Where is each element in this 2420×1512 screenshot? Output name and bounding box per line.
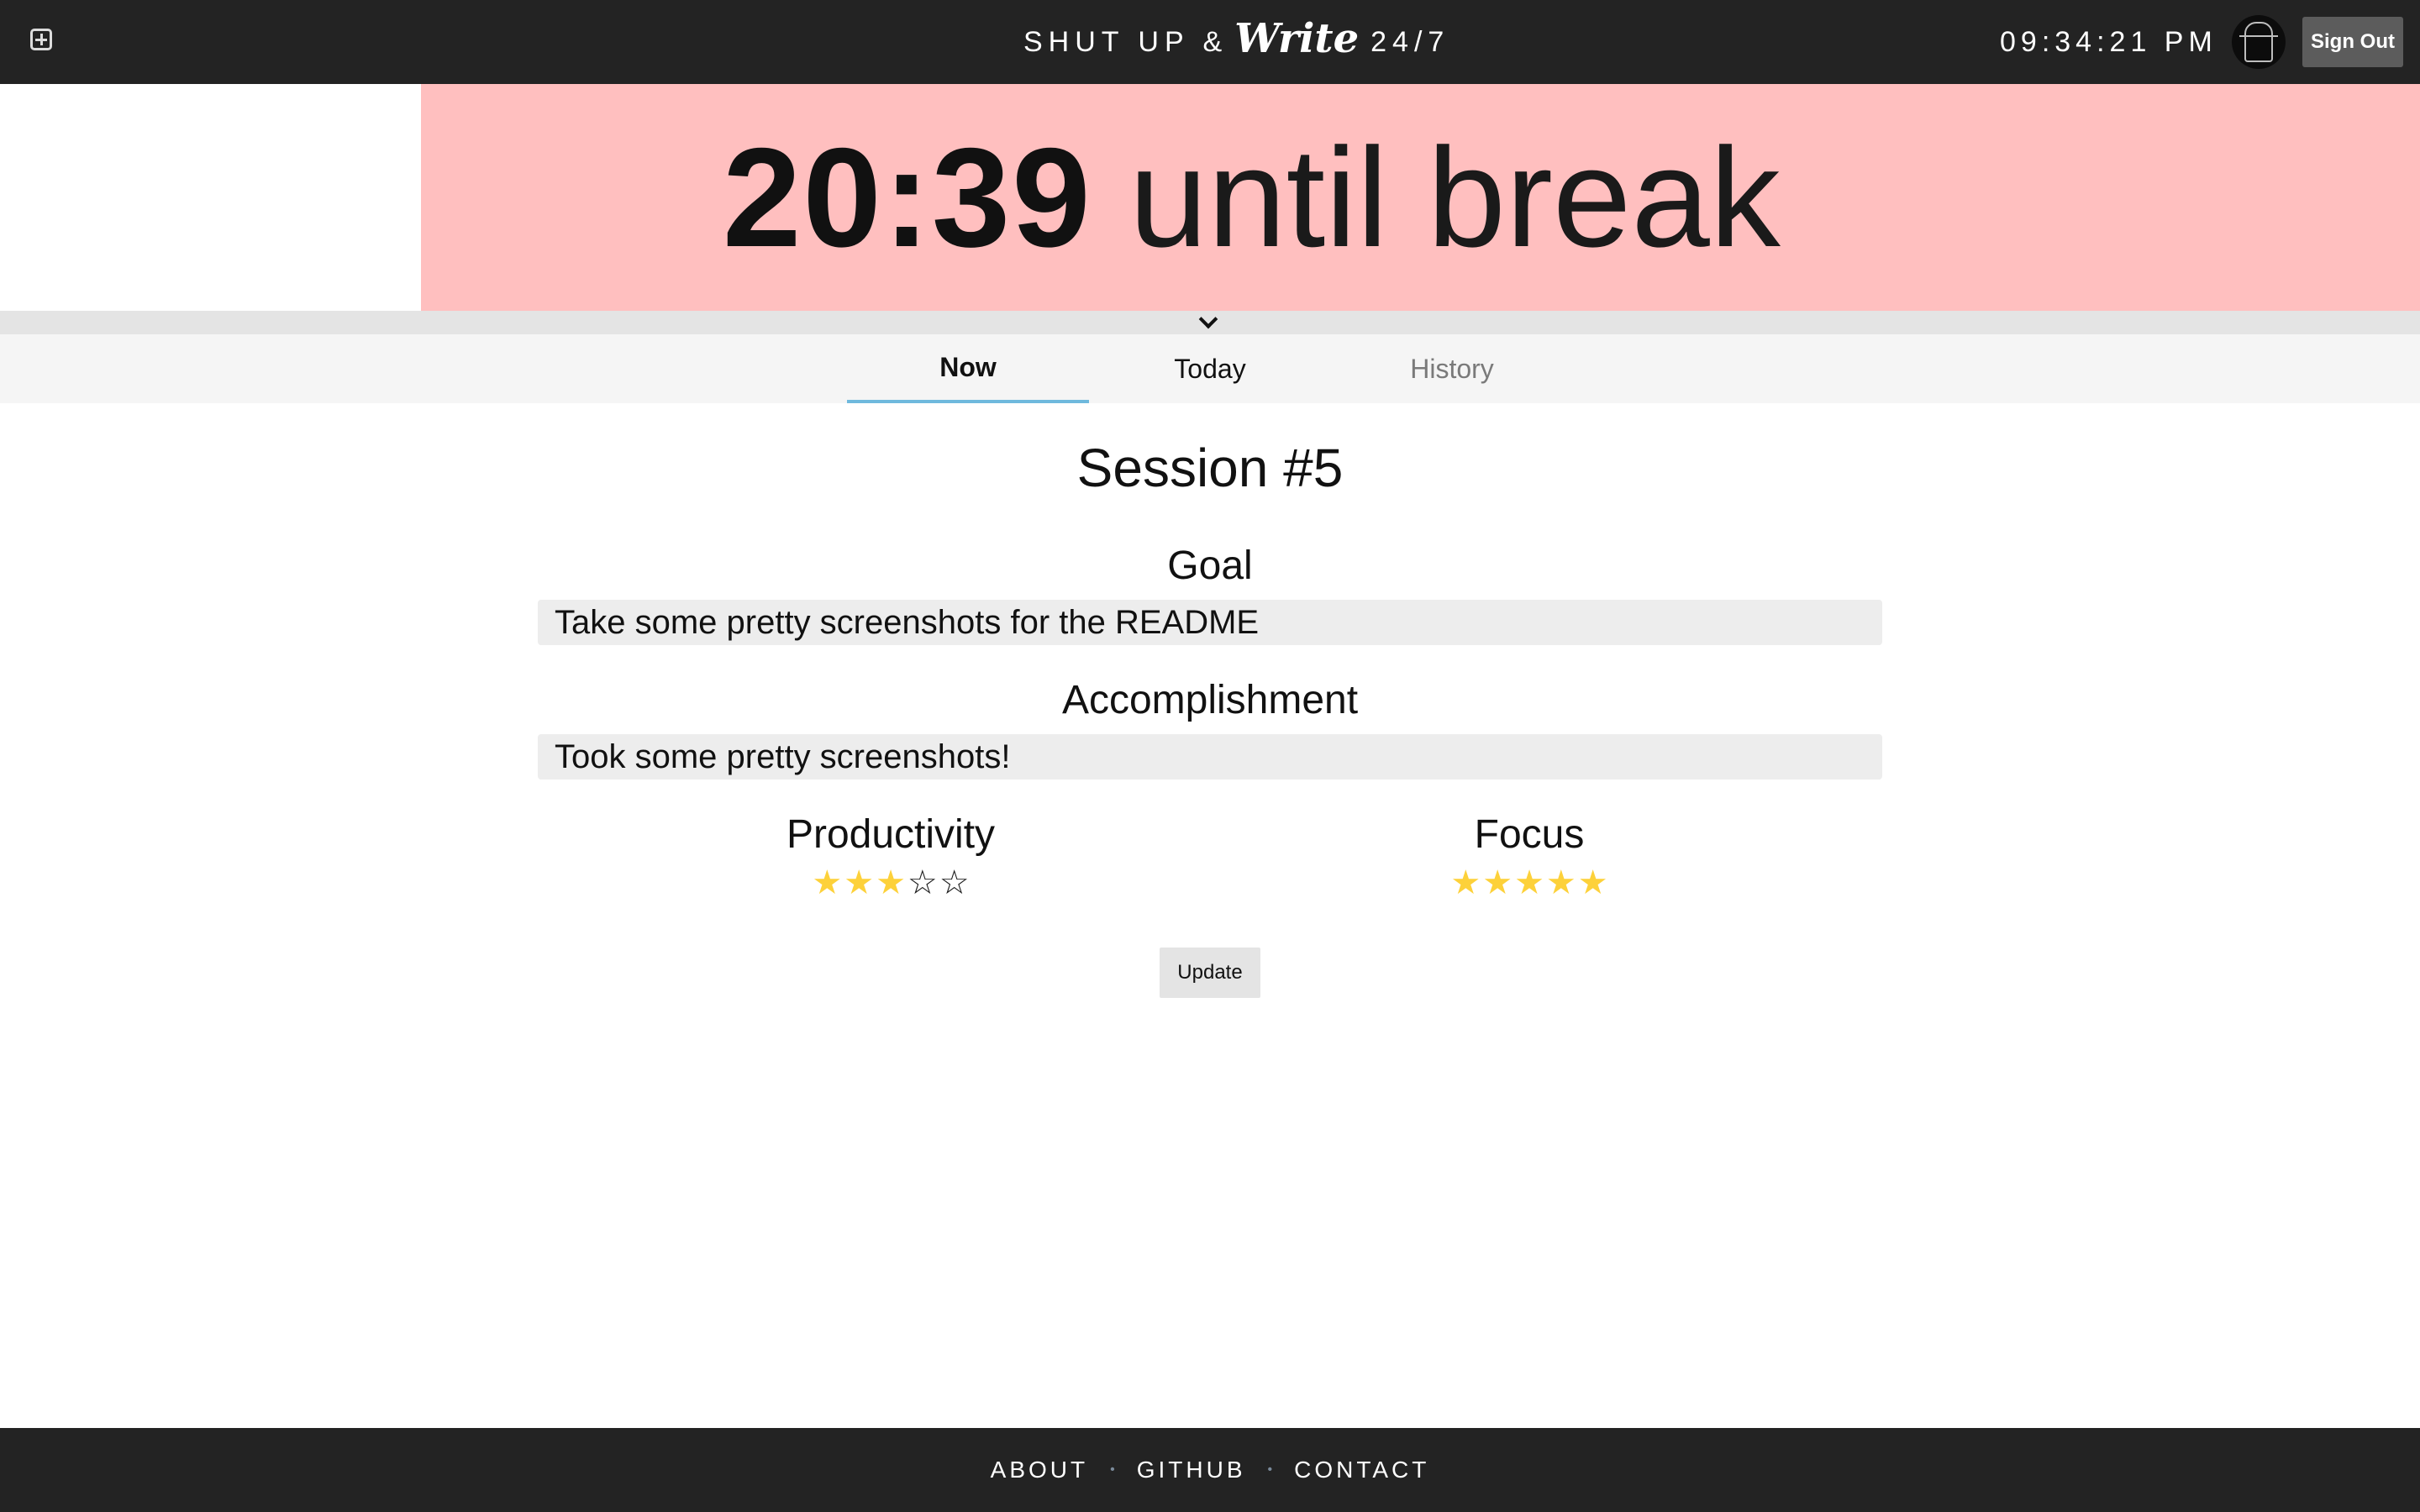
productivity-label: Productivity — [786, 812, 996, 857]
productivity-star-icon[interactable]: ★ — [844, 864, 874, 901]
timer-time: 20:39 — [723, 118, 1092, 276]
focus-star-icon[interactable]: ★ — [1450, 864, 1481, 901]
productivity-stars: ★ ★ ★ ☆ ☆ — [723, 864, 1059, 901]
goal-heading: Goal — [1167, 543, 1253, 588]
accomplishment-heading: Accomplishment — [1061, 678, 1359, 722]
timer-label: until break — [1128, 118, 1781, 276]
add-square-icon[interactable] — [30, 29, 52, 50]
productivity-star-icon[interactable]: ☆ — [939, 864, 970, 901]
focus-star-icon[interactable]: ★ — [1514, 864, 1544, 901]
collapse-toggle[interactable] — [0, 309, 2420, 334]
tab-history[interactable]: History — [1331, 334, 1573, 403]
productivity-star-icon[interactable]: ★ — [812, 864, 842, 901]
focus-star-icon[interactable]: ★ — [1578, 864, 1608, 901]
avatar[interactable] — [2232, 15, 2286, 69]
goal-field[interactable]: Take some pretty screenshots for the REA… — [538, 600, 1882, 645]
chevron-down-icon — [1198, 309, 1218, 329]
timer-band: 20:39 until break — [0, 84, 2420, 311]
footer-link-github[interactable]: GITHUB — [1137, 1457, 1246, 1483]
focus-stars: ★ ★ ★ ★ ★ — [1361, 864, 1697, 901]
brand-text-right: 24/7 — [1370, 25, 1450, 58]
tab-today[interactable]: Today — [1089, 334, 1331, 403]
focus-star-icon[interactable]: ★ — [1546, 864, 1576, 901]
brand-text-left: SHUT UP & — [1023, 25, 1228, 58]
focus-rating: Focus ★ ★ ★ ★ ★ — [1361, 811, 1697, 901]
clock: 09:34:21 PM — [2000, 25, 2217, 58]
accomplishment-field[interactable]: Took some pretty screenshots! — [538, 734, 1882, 780]
tab-bar: Now Today History — [0, 334, 2420, 403]
update-button[interactable]: Update — [1160, 948, 1260, 998]
productivity-star-icon[interactable]: ☆ — [908, 864, 938, 901]
focus-label: Focus — [1474, 812, 1585, 857]
footer: ABOUT • GITHUB • CONTACT — [0, 1428, 2420, 1512]
footer-separator: • — [1267, 1462, 1273, 1477]
avatar-figure-icon — [2239, 22, 2278, 62]
footer-link-about[interactable]: ABOUT — [991, 1457, 1088, 1483]
session-title: Session #5 — [1076, 438, 1344, 498]
productivity-star-icon[interactable]: ★ — [876, 864, 906, 901]
productivity-rating: Productivity ★ ★ ★ ☆ ☆ — [723, 811, 1059, 901]
brand-text-script: Write — [1234, 15, 1360, 62]
focus-star-icon[interactable]: ★ — [1482, 864, 1512, 901]
footer-separator: • — [1110, 1462, 1115, 1477]
footer-link-contact[interactable]: CONTACT — [1294, 1457, 1429, 1483]
brand-logo: SHUT UP & Write 24/7 — [1023, 0, 1449, 84]
top-bar: SHUT UP & Write 24/7 09:34:21 PM Sign Ou… — [0, 0, 2420, 84]
tab-now[interactable]: Now — [847, 334, 1089, 403]
timer-display: 20:39 until break — [723, 84, 1781, 311]
sign-out-button[interactable]: Sign Out — [2302, 17, 2403, 67]
